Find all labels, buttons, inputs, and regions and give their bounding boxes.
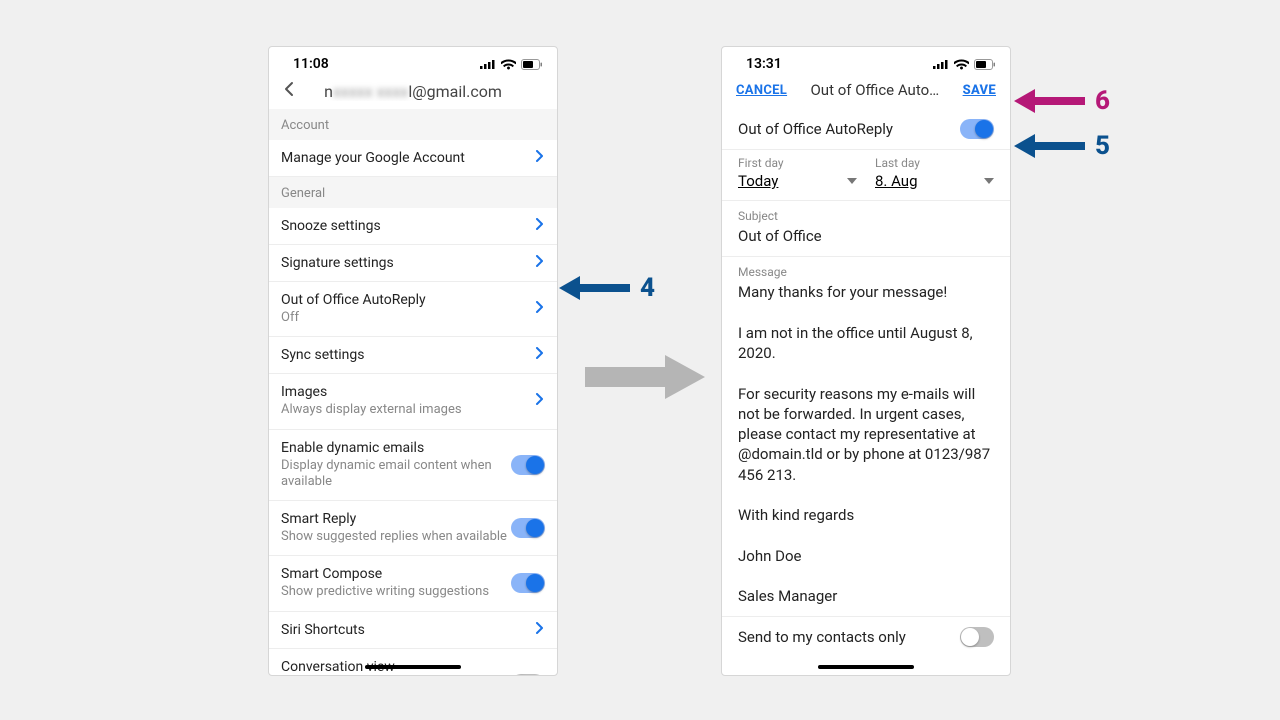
nav-bar: nxxxxx xxxxl@gmail.com: [269, 75, 557, 109]
arrow-left-icon: [1013, 133, 1085, 159]
section-account: Account: [269, 109, 557, 140]
wifi-icon: [501, 59, 516, 70]
status-time: 11:08: [293, 56, 329, 72]
battery-icon: [521, 59, 543, 70]
snooze-settings-row[interactable]: Snooze settings: [269, 208, 557, 245]
arrow-left-icon: [1013, 88, 1085, 114]
status-time: 13:31: [746, 56, 782, 72]
arrow-left-icon: [558, 275, 630, 301]
annotation-5: 5: [1013, 131, 1110, 161]
home-indicator: [365, 665, 461, 669]
flow-arrow-icon: [580, 352, 710, 402]
chevron-right-icon: [533, 347, 545, 363]
email-suffix: l@gmail.com: [408, 82, 502, 101]
modal-title: Out of Office Auto…: [787, 81, 963, 99]
annotation-6: 6: [1013, 86, 1110, 116]
autoreply-toggle-row: Out of Office AutoReply: [722, 109, 1010, 150]
cell-label: Sync settings: [281, 347, 533, 363]
date-range: First day Today Last day 8. Aug: [722, 150, 1010, 201]
manage-account-row[interactable]: Manage your Google Account: [269, 140, 557, 177]
cell-sublabel: Show suggested replies when available: [281, 529, 511, 545]
home-indicator: [818, 665, 914, 669]
message-field[interactable]: Message Many thanks for your message! I …: [722, 257, 1010, 617]
field-value: Many thanks for your message! I am not i…: [738, 282, 994, 606]
smart-reply-row: Smart Reply Show suggested replies when …: [269, 501, 557, 556]
contacts-only-toggle[interactable]: [960, 627, 994, 647]
cellular-icon: [933, 59, 949, 69]
out-of-office-row[interactable]: Out of Office AutoReply Off: [269, 282, 557, 337]
cell-label: Smart Reply: [281, 511, 511, 527]
smart-reply-toggle[interactable]: [511, 518, 545, 538]
last-day-picker[interactable]: Last day 8. Aug: [875, 156, 994, 190]
cell-label: Images: [281, 384, 533, 400]
smart-compose-toggle[interactable]: [511, 573, 545, 593]
conversation-view-row: Conversation view Groups emails with the…: [269, 649, 557, 677]
cell-label: Out of Office AutoReply: [281, 292, 533, 308]
chevron-right-icon: [533, 622, 545, 638]
status-icons: [933, 59, 996, 70]
images-row[interactable]: Images Always display external images: [269, 374, 557, 429]
account-email-title: nxxxxx xxxxl@gmail.com: [297, 82, 529, 101]
cell-label: Snooze settings: [281, 218, 533, 234]
smart-compose-row: Smart Compose Show predictive writing su…: [269, 556, 557, 611]
email-prefix: n: [324, 82, 333, 101]
chevron-right-icon: [533, 255, 545, 271]
field-value: Today: [738, 172, 778, 190]
signature-settings-row[interactable]: Signature settings: [269, 245, 557, 282]
status-bar: 13:31: [722, 47, 1010, 75]
cell-sublabel: Off: [281, 310, 533, 326]
dropdown-icon: [847, 178, 857, 184]
field-label: Message: [738, 265, 994, 279]
chevron-right-icon: [533, 218, 545, 234]
email-redacted: xxxxx xxxx: [333, 82, 408, 101]
siri-shortcuts-row[interactable]: Siri Shortcuts: [269, 612, 557, 649]
field-value: 8. Aug: [875, 172, 918, 190]
sync-settings-row[interactable]: Sync settings: [269, 337, 557, 374]
dynamic-emails-row: Enable dynamic emails Display dynamic em…: [269, 430, 557, 502]
autoreply-toggle[interactable]: [960, 119, 994, 139]
row-label: Send to my contacts only: [738, 628, 960, 646]
field-label: First day: [738, 156, 857, 170]
chevron-right-icon: [533, 150, 545, 166]
cell-label: Siri Shortcuts: [281, 622, 533, 638]
cancel-button[interactable]: CANCEL: [736, 83, 787, 98]
field-label: Subject: [738, 209, 994, 223]
annotation-number: 6: [1095, 86, 1110, 116]
status-bar: 11:08: [269, 47, 557, 75]
cell-label: Enable dynamic emails: [281, 440, 511, 456]
dropdown-icon: [984, 178, 994, 184]
annotation-4: 4: [558, 273, 655, 303]
first-day-picker[interactable]: First day Today: [738, 156, 857, 190]
wifi-icon: [954, 59, 969, 70]
cell-label: Signature settings: [281, 255, 533, 271]
phone-autoreply: 13:31 CANCEL Out of Office Auto… SAVE Ou…: [721, 46, 1011, 676]
row-label: Out of Office AutoReply: [738, 120, 960, 138]
modal-header: CANCEL Out of Office Auto… SAVE: [722, 75, 1010, 109]
cell-sublabel: Display dynamic email content when avail…: [281, 458, 511, 491]
cell-sublabel: Always display external images: [281, 402, 533, 418]
annotation-number: 4: [640, 273, 655, 303]
subject-field[interactable]: Subject Out of Office: [722, 201, 1010, 257]
status-icons: [480, 59, 543, 70]
annotation-number: 5: [1095, 131, 1110, 161]
contacts-only-row: Send to my contacts only: [722, 617, 1010, 657]
field-value: Out of Office: [738, 226, 994, 246]
battery-icon: [974, 59, 996, 70]
cell-label: Smart Compose: [281, 566, 511, 582]
section-general: General: [269, 177, 557, 208]
cell-sublabel: Show predictive writing suggestions: [281, 584, 511, 600]
chevron-right-icon: [533, 301, 545, 317]
cellular-icon: [480, 59, 496, 69]
conversation-view-toggle[interactable]: [511, 674, 545, 676]
dynamic-emails-toggle[interactable]: [511, 455, 545, 475]
back-button[interactable]: [281, 81, 297, 101]
chevron-right-icon: [533, 393, 545, 409]
cell-label: Manage your Google Account: [281, 150, 533, 166]
phone-settings: 11:08 nxxxxx xxxxl@gmail.com Account Man…: [268, 46, 558, 676]
field-label: Last day: [875, 156, 994, 170]
save-button[interactable]: SAVE: [963, 83, 996, 98]
